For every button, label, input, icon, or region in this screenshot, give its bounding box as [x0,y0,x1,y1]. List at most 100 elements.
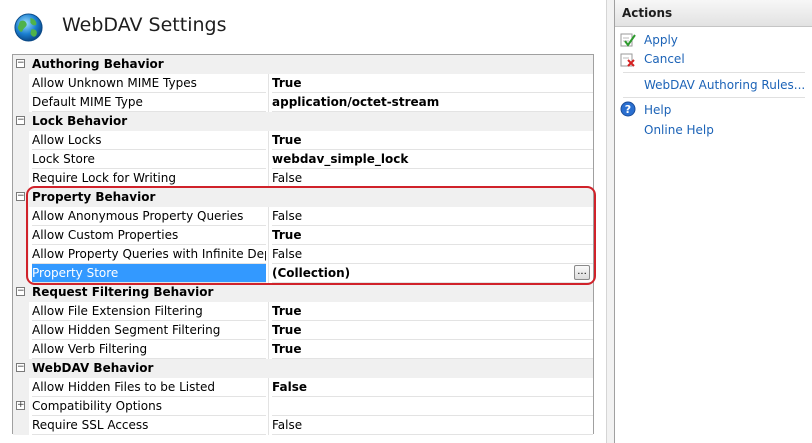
webdav-authoring-rules-link[interactable]: WebDAV Authoring Rules... [644,78,805,92]
property-value[interactable]: False [272,169,593,188]
collapse-toggle-icon[interactable]: − [16,363,25,372]
property-row[interactable]: Allow Property Queries with Infinite Dep… [13,245,593,264]
actions-divider [623,72,805,73]
collapse-toggle-icon[interactable]: − [16,287,25,296]
property-value[interactable]: application/octet-stream [272,93,593,112]
row-gutter [13,150,29,169]
property-value[interactable]: True [272,321,593,340]
column-divider[interactable] [268,93,269,112]
expand-toggle-icon[interactable]: + [16,401,25,410]
category-row[interactable]: − Lock Behavior [13,112,593,131]
help-icon: ? [620,101,636,117]
collapse-toggle-icon[interactable]: − [16,116,25,125]
column-divider[interactable] [268,169,269,188]
property-value[interactable]: True [272,226,593,245]
category-row[interactable]: − WebDAV Behavior [13,359,593,378]
property-value[interactable]: True [272,340,593,359]
page-title: WebDAV Settings [62,14,227,36]
property-row[interactable]: Require SSL Access False [13,416,593,435]
category-label: Authoring Behavior [32,57,164,71]
row-gutter [13,207,29,226]
column-divider[interactable] [268,74,269,93]
property-name[interactable]: Allow Unknown MIME Types [32,74,266,93]
actions-divider [623,97,805,98]
property-name[interactable]: Allow Locks [32,131,266,150]
property-value[interactable]: False [272,378,593,397]
property-row[interactable]: Allow Anonymous Property Queries False [13,207,593,226]
page-header: WebDAV Settings [0,0,606,54]
column-divider[interactable] [268,207,269,226]
property-row[interactable]: + Compatibility Options [13,397,593,416]
property-name[interactable]: Allow File Extension Filtering [32,302,266,321]
column-divider[interactable] [268,302,269,321]
collapse-toggle-icon[interactable]: − [16,59,25,68]
row-gutter [13,378,29,397]
row-gutter [13,245,29,264]
property-name[interactable]: Allow Hidden Files to be Listed [32,378,266,397]
property-value[interactable]: False [272,245,593,264]
property-value[interactable]: (Collection) [272,264,593,283]
property-value[interactable] [272,397,593,416]
row-gutter [13,302,29,321]
property-row[interactable]: Property Store (Collection)... [13,264,593,283]
collapse-toggle-icon[interactable]: − [16,192,25,201]
property-row[interactable]: Require Lock for Writing False [13,169,593,188]
property-value[interactable]: True [272,302,593,321]
property-value[interactable]: True [272,74,593,93]
apply-link[interactable]: Apply [644,33,678,47]
property-name[interactable]: Allow Anonymous Property Queries [32,207,266,226]
column-divider[interactable] [268,340,269,359]
help-link[interactable]: Help [644,103,671,117]
property-row[interactable]: Allow Hidden Segment Filtering True [13,321,593,340]
category-label: Property Behavior [32,190,156,204]
row-gutter [13,74,29,93]
property-row[interactable]: Allow Hidden Files to be Listed False [13,378,593,397]
row-gutter [13,226,29,245]
property-name[interactable]: Default MIME Type [32,93,266,112]
property-value[interactable]: False [272,416,593,435]
row-gutter [13,321,29,340]
property-name[interactable]: Allow Hidden Segment Filtering [32,321,266,340]
property-name[interactable]: Allow Verb Filtering [32,340,266,359]
category-row[interactable]: − Property Behavior [13,188,593,207]
category-row[interactable]: − Request Filtering Behavior [13,283,593,302]
online-help-link[interactable]: Online Help [644,123,714,137]
category-label: Lock Behavior [32,114,128,128]
column-divider[interactable] [268,321,269,340]
property-name[interactable]: Allow Property Queries with Infinite Dep… [32,245,266,264]
property-row[interactable]: Lock Store webdav_simple_lock [13,150,593,169]
property-row[interactable]: Allow File Extension Filtering True [13,302,593,321]
row-gutter [13,416,29,435]
row-gutter [13,169,29,188]
column-divider[interactable] [268,264,269,283]
property-name[interactable]: Lock Store [32,150,266,169]
cancel-link[interactable]: Cancel [644,52,685,66]
category-row[interactable]: − Authoring Behavior [13,55,593,74]
property-name[interactable]: Require Lock for Writing [32,169,266,188]
category-label: WebDAV Behavior [32,361,154,375]
column-divider[interactable] [268,150,269,169]
property-value[interactable]: True [272,131,593,150]
property-row[interactable]: Allow Unknown MIME Types True [13,74,593,93]
main-panel: WebDAV Settings − Authoring Behavior Allow… [0,0,606,443]
property-name[interactable]: Property Store [32,264,266,283]
property-name[interactable]: Require SSL Access [32,416,266,435]
column-divider[interactable] [268,131,269,150]
column-divider[interactable] [268,226,269,245]
property-name[interactable]: Allow Custom Properties [32,226,266,245]
property-value[interactable]: webdav_simple_lock [272,150,593,169]
column-divider[interactable] [268,378,269,397]
column-divider[interactable] [268,416,269,435]
column-divider[interactable] [268,397,269,416]
property-value[interactable]: False [272,207,593,226]
svg-text:?: ? [625,103,631,116]
column-divider[interactable] [268,245,269,264]
ellipsis-button[interactable]: ... [574,265,590,280]
row-gutter [13,131,29,150]
property-name[interactable]: Compatibility Options [32,397,266,416]
property-row[interactable]: Allow Locks True [13,131,593,150]
property-grid: − Authoring Behavior Allow Unknown MIME Ty… [12,54,594,435]
property-row[interactable]: Default MIME Type application/octet-strea… [13,93,593,112]
property-row[interactable]: Allow Custom Properties True [13,226,593,245]
property-row[interactable]: Allow Verb Filtering True [13,340,593,359]
